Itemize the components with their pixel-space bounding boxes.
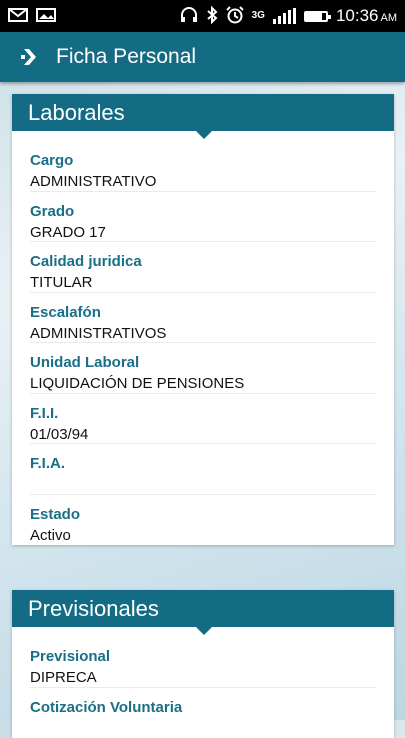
image-icon xyxy=(36,8,56,25)
field-value: Activo xyxy=(30,526,376,546)
field-value: ADMINISTRATIVOS xyxy=(30,324,376,344)
status-bar-left xyxy=(8,8,56,25)
field-fia: F.I.A. xyxy=(30,444,376,495)
alarm-icon xyxy=(226,6,244,27)
headphones-icon xyxy=(180,7,198,26)
field-label: F.I.A. xyxy=(30,455,376,473)
field-value: 01/03/94 xyxy=(30,425,376,445)
field-estado: Estado Activo xyxy=(30,495,376,546)
battery-icon xyxy=(304,11,328,22)
field-grado: Grado GRADO 17 xyxy=(30,192,376,243)
field-label: Previsional xyxy=(30,648,376,666)
field-fii: F.I.I. 01/03/94 xyxy=(30,394,376,445)
status-bar: 3G 10:36AM xyxy=(0,0,405,32)
header-notch xyxy=(196,131,212,139)
field-label: Cargo xyxy=(30,152,376,170)
network-type-label: 3G xyxy=(252,11,265,21)
bluetooth-icon xyxy=(206,6,218,27)
status-bar-right: 3G 10:36AM xyxy=(180,6,397,27)
header-notch xyxy=(196,627,212,635)
field-value: ADMINISTRATIVO xyxy=(30,172,376,192)
laborales-fields: Cargo ADMINISTRATIVO Grado GRADO 17 Cali… xyxy=(12,131,394,545)
field-label: Grado xyxy=(30,203,376,221)
laborales-header: Laborales xyxy=(12,94,394,131)
field-label: Cotización Voluntaria xyxy=(30,699,376,717)
previsionales-title: Previsionales xyxy=(28,596,159,622)
drawer-toggle-icon[interactable] xyxy=(20,45,42,69)
previsionales-card: Previsionales Previsional DIPRECA Cotiza… xyxy=(12,590,394,738)
field-cargo: Cargo ADMINISTRATIVO xyxy=(30,141,376,192)
field-value: GRADO 17 xyxy=(30,223,376,243)
field-label: Escalafón xyxy=(30,304,376,322)
field-cotizacion-voluntaria: Cotización Voluntaria xyxy=(30,688,376,738)
field-label: Calidad juridica xyxy=(30,253,376,271)
field-label: F.I.I. xyxy=(30,405,376,423)
previsionales-header: Previsionales xyxy=(12,590,394,627)
field-previsional: Previsional DIPRECA xyxy=(30,637,376,688)
app-bar: Ficha Personal xyxy=(0,32,405,82)
field-calidad-juridica: Calidad juridica TITULAR xyxy=(30,242,376,293)
field-unidad-laboral: Unidad Laboral LIQUIDACIÓN DE PENSIONES xyxy=(30,343,376,394)
email-icon xyxy=(8,8,28,25)
page-title: Ficha Personal xyxy=(56,45,196,69)
field-escalafon: Escalafón ADMINISTRATIVOS xyxy=(30,293,376,344)
field-label: Unidad Laboral xyxy=(30,354,376,372)
field-label: Estado xyxy=(30,506,376,524)
signal-icon xyxy=(273,8,296,24)
field-value: DIPRECA xyxy=(30,668,376,688)
laborales-card: Laborales Cargo ADMINISTRATIVO Grado GRA… xyxy=(12,94,394,545)
field-value: TITULAR xyxy=(30,273,376,293)
laborales-title: Laborales xyxy=(28,100,125,126)
field-value: LIQUIDACIÓN DE PENSIONES xyxy=(30,374,376,394)
status-time: 10:36AM xyxy=(336,6,397,26)
previsionales-fields: Previsional DIPRECA Cotización Voluntari… xyxy=(12,627,394,738)
